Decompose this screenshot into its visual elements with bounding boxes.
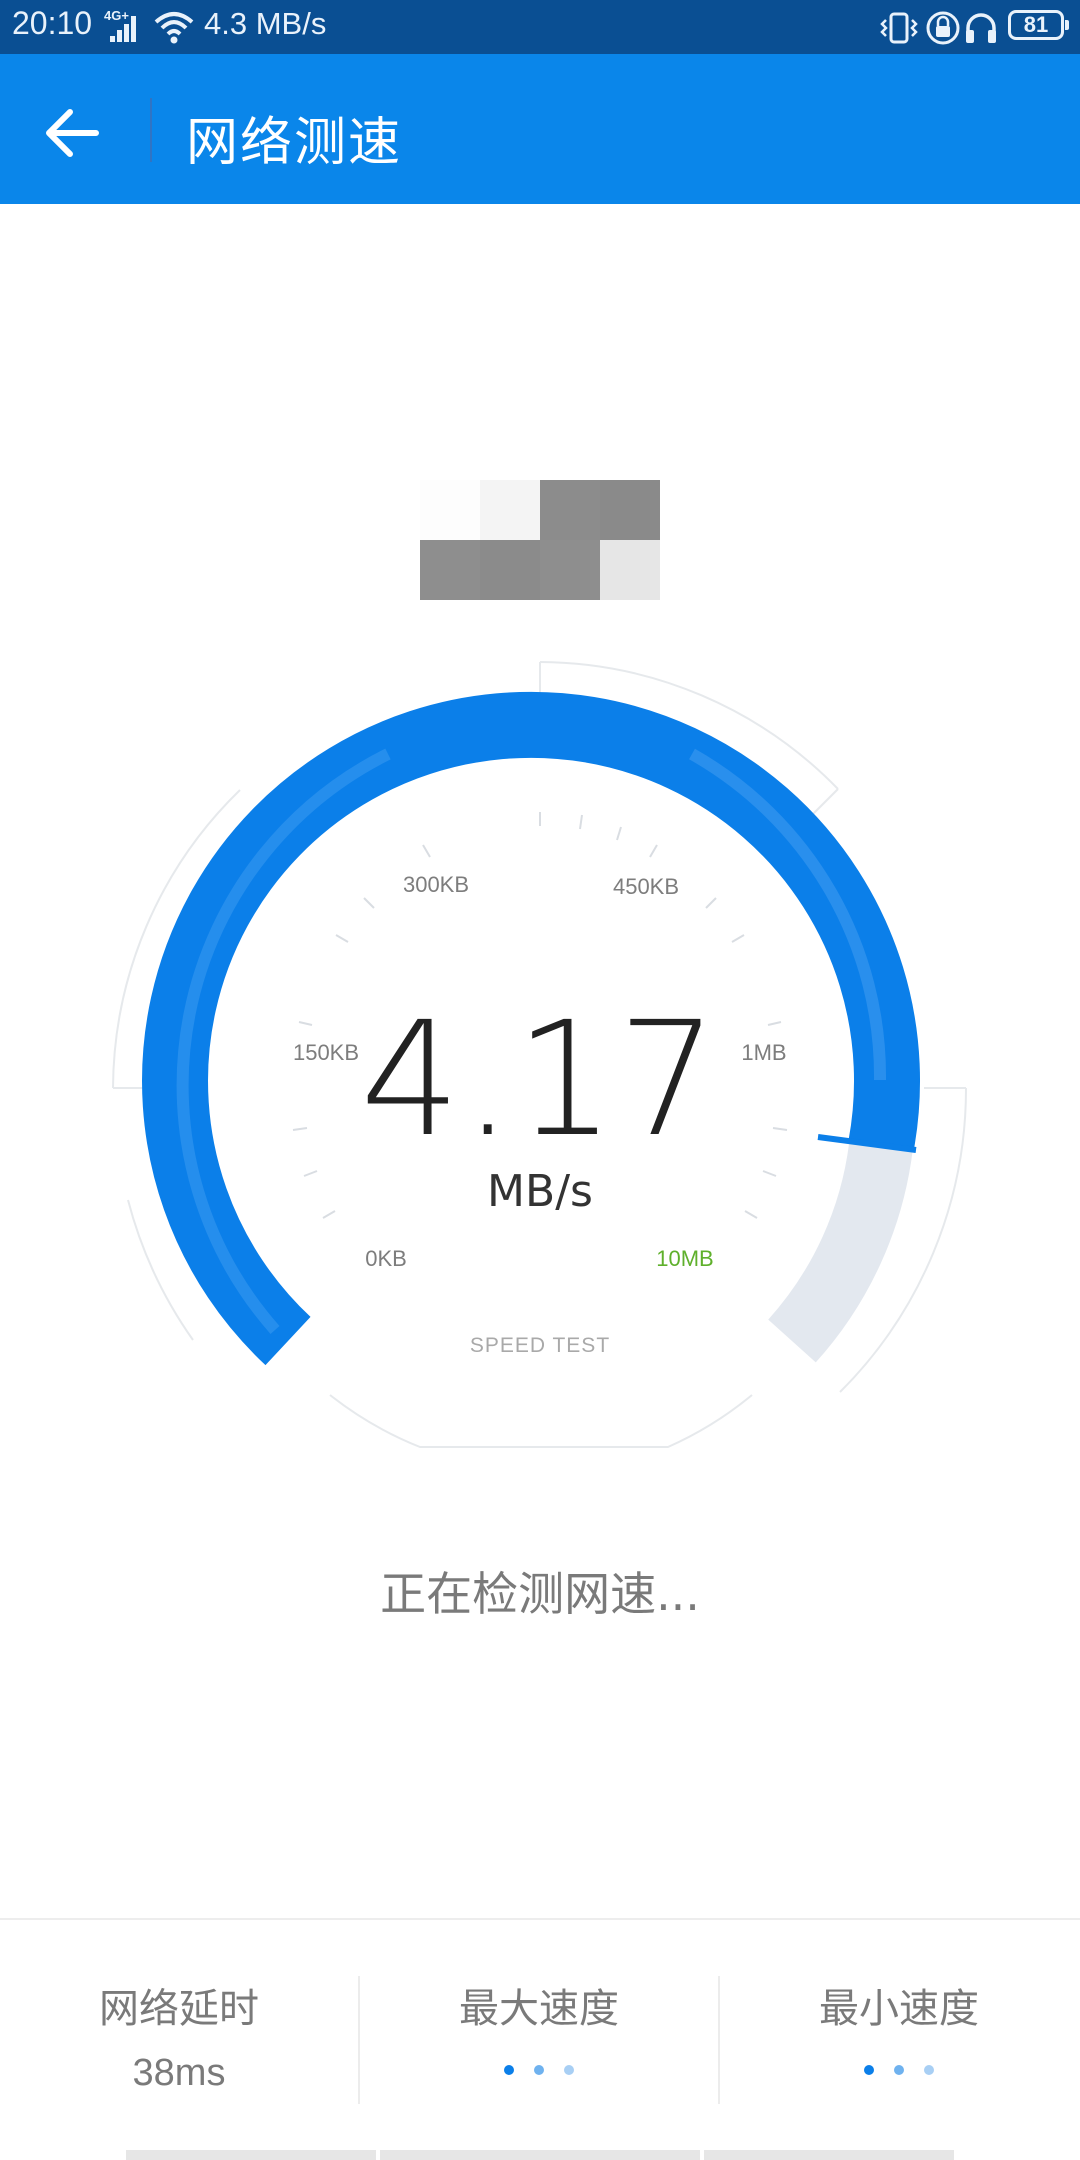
- vibrate-icon: [878, 8, 920, 52]
- stat-latency-value: 38ms: [132, 2052, 226, 2094]
- app-bar-divider: [150, 98, 152, 162]
- loading-dots-icon: [720, 2060, 1078, 2080]
- bottom-bar-segment: [126, 2150, 376, 2160]
- speed-test-caption: SPEED TEST: [469, 1334, 611, 1357]
- tick-label-10mb: 10MB: [656, 1246, 714, 1271]
- loading-dots-icon: [360, 2060, 718, 2080]
- stat-latency-label: 网络延时: [99, 1986, 259, 2032]
- tick-label-0kb: 0KB: [365, 1246, 407, 1271]
- speed-value: 4.17: [360, 988, 720, 1172]
- status-bar: 20:10 4G+ 4.3 MB/s 81: [0, 0, 1080, 54]
- testing-status-text: 正在检测网速...: [380, 1567, 700, 1621]
- headphones-icon: [964, 8, 998, 52]
- back-arrow-icon[interactable]: [38, 98, 108, 168]
- bottom-divider: [0, 1918, 1080, 1920]
- bottom-bar-segment: [380, 2150, 700, 2160]
- network-type-label: 4G+: [104, 8, 129, 23]
- wifi-icon: [154, 12, 194, 44]
- stat-min-speed-label: 最小速度: [819, 1986, 979, 2032]
- stat-min-speed: 最小速度: [720, 1976, 1078, 2080]
- status-time: 20:10: [12, 5, 93, 41]
- bottom-bar-segment: [704, 2150, 954, 2160]
- tick-label-300kb: 300KB: [402, 872, 470, 897]
- battery-icon: 81: [1008, 10, 1069, 40]
- signal-icon: 4G+: [104, 6, 200, 52]
- speed-unit: MB/s: [487, 1166, 593, 1217]
- tick-label-450kb: 450KB: [612, 874, 680, 899]
- stat-latency: 网络延时 38ms: [0, 1976, 358, 2095]
- stat-max-speed: 最大速度: [360, 1976, 718, 2080]
- status-net-speed: 4.3 MB/s: [204, 6, 327, 41]
- page-title: 网络测速: [186, 113, 403, 173]
- stat-max-speed-label: 最大速度: [459, 1986, 619, 2032]
- rotation-lock-icon: [924, 8, 962, 52]
- app-bar: 网络测速: [0, 54, 1080, 204]
- gauge-bottom-arc: [329, 1394, 753, 1448]
- blurred-image: [420, 480, 660, 600]
